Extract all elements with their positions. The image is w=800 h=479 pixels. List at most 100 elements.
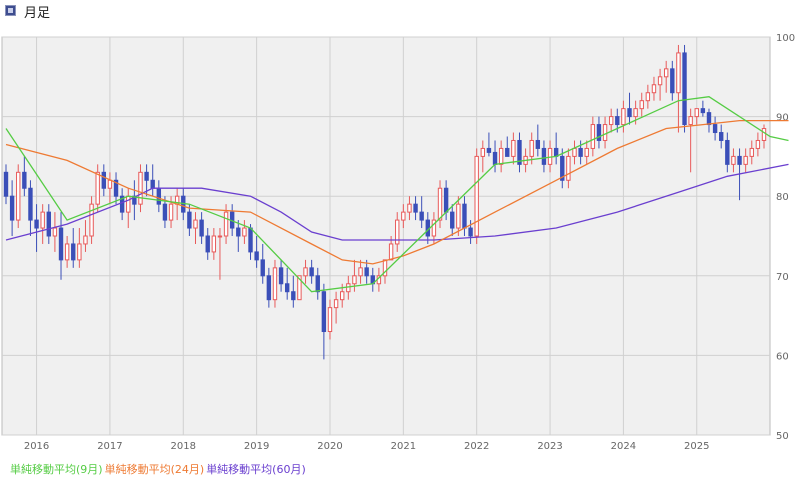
candle-body-down xyxy=(260,259,265,277)
candle-body-up xyxy=(572,147,577,157)
candle-body-up xyxy=(77,243,82,261)
candle-body-up xyxy=(749,147,754,157)
candle-body-down xyxy=(670,68,675,94)
candle-body-up xyxy=(83,235,88,245)
x-tick-label: 2016 xyxy=(24,441,49,452)
candle-body-down xyxy=(443,187,449,213)
candle-body-up xyxy=(731,155,736,165)
y-tick-label: 80 xyxy=(776,192,789,203)
candle-body-up xyxy=(333,299,339,309)
candle-body-up xyxy=(645,92,651,102)
candle-body-up xyxy=(688,116,693,126)
candle-body-down xyxy=(450,211,455,229)
candle-body-down xyxy=(737,155,742,165)
candle-body-up xyxy=(456,203,461,229)
y-tick-label: 50 xyxy=(776,431,789,442)
candle-body-up xyxy=(327,307,333,333)
candle-body-down xyxy=(22,171,27,189)
candle-body-down xyxy=(505,147,510,157)
candle-body-down xyxy=(315,275,320,293)
candle-body-up xyxy=(590,124,596,149)
candle-body-down xyxy=(291,291,296,301)
candle-body-down xyxy=(719,132,724,141)
candle-body-down xyxy=(462,203,467,229)
candle-body-down xyxy=(413,203,418,213)
legend-ma24: 単純移動平均(24月) xyxy=(104,463,205,476)
candle-body-up xyxy=(407,203,412,213)
candle-body-up xyxy=(40,211,45,229)
x-tick-label: 2019 xyxy=(244,441,269,452)
candle-body-down xyxy=(254,251,259,261)
candle-body-down xyxy=(3,171,9,197)
x-tick-label: 2025 xyxy=(684,441,709,452)
y-tick-label: 100 xyxy=(776,33,795,44)
candle-body-up xyxy=(663,68,669,78)
candle-body-up xyxy=(602,124,608,141)
y-tick-label: 90 xyxy=(776,113,789,124)
candle-body-down xyxy=(364,267,369,277)
x-tick-label: 2023 xyxy=(537,441,562,452)
candle-body-down xyxy=(46,211,51,237)
candle-body-up xyxy=(388,243,394,261)
candle-body-down xyxy=(419,211,424,221)
candle-body-up xyxy=(352,275,357,285)
candle-body-up xyxy=(242,227,247,237)
candle-body-up xyxy=(401,211,406,221)
candle-body-down xyxy=(144,171,149,181)
candle-body-down xyxy=(199,219,204,237)
candle-body-down xyxy=(725,139,730,165)
candle-body-down xyxy=(278,267,284,285)
candle-body-down xyxy=(535,139,541,149)
candle-body-up xyxy=(584,147,589,157)
candle-body-down xyxy=(486,147,492,153)
candle-body-up xyxy=(529,139,534,157)
candle-body-down xyxy=(706,112,712,126)
candle-body-up xyxy=(639,100,644,110)
candle-body-up xyxy=(694,108,699,118)
candle-body-down xyxy=(101,171,107,189)
candle-body-up xyxy=(138,171,143,205)
candle-body-up xyxy=(633,108,638,118)
x-tick-label: 2021 xyxy=(391,441,416,452)
candle-body-down xyxy=(71,243,76,261)
candle-body-up xyxy=(126,195,131,213)
candle-body-up xyxy=(761,128,767,141)
y-tick-label: 60 xyxy=(776,351,789,362)
candle-body-up xyxy=(52,227,58,237)
candle-body-down xyxy=(682,52,687,126)
candle-body-down xyxy=(700,108,706,114)
candle-body-down xyxy=(187,211,192,229)
candle-body-down xyxy=(28,187,33,221)
candle-body-down xyxy=(34,219,39,229)
candle-body-down xyxy=(248,227,253,253)
x-tick-label: 2020 xyxy=(317,441,342,452)
candle-body-down xyxy=(284,283,290,293)
candle-body-down xyxy=(236,227,241,237)
candle-body-up xyxy=(95,171,100,205)
candle-body-down xyxy=(162,203,168,221)
candle-body-down xyxy=(627,108,632,118)
candle-body-up xyxy=(480,147,486,157)
candle-body-down xyxy=(492,151,498,165)
candle-body-up xyxy=(651,84,657,94)
legend-ma9: 単純移動平均(9月) xyxy=(10,463,103,476)
x-tick-label: 2017 xyxy=(97,441,122,452)
candle-body-up xyxy=(437,187,443,221)
candle-body-down xyxy=(615,116,620,126)
y-tick-label: 70 xyxy=(776,272,789,283)
candle-body-up xyxy=(217,235,223,238)
plot-area xyxy=(1,36,771,436)
candle-body-up xyxy=(743,155,748,165)
candle-body-down xyxy=(156,187,162,205)
candle-body-down xyxy=(9,195,15,221)
candle-body-up xyxy=(511,139,516,157)
candle-body-down xyxy=(205,235,210,253)
candle-body-up xyxy=(474,155,479,237)
candle-body-up xyxy=(107,179,113,189)
candle-body-up xyxy=(16,171,21,221)
legend-ma60: 単純移動平均(60月) xyxy=(206,463,306,476)
candle-body-up xyxy=(621,108,626,126)
candle-body-up xyxy=(211,235,217,253)
candle-body-down xyxy=(150,179,155,189)
x-tick-label: 2018 xyxy=(171,441,196,452)
